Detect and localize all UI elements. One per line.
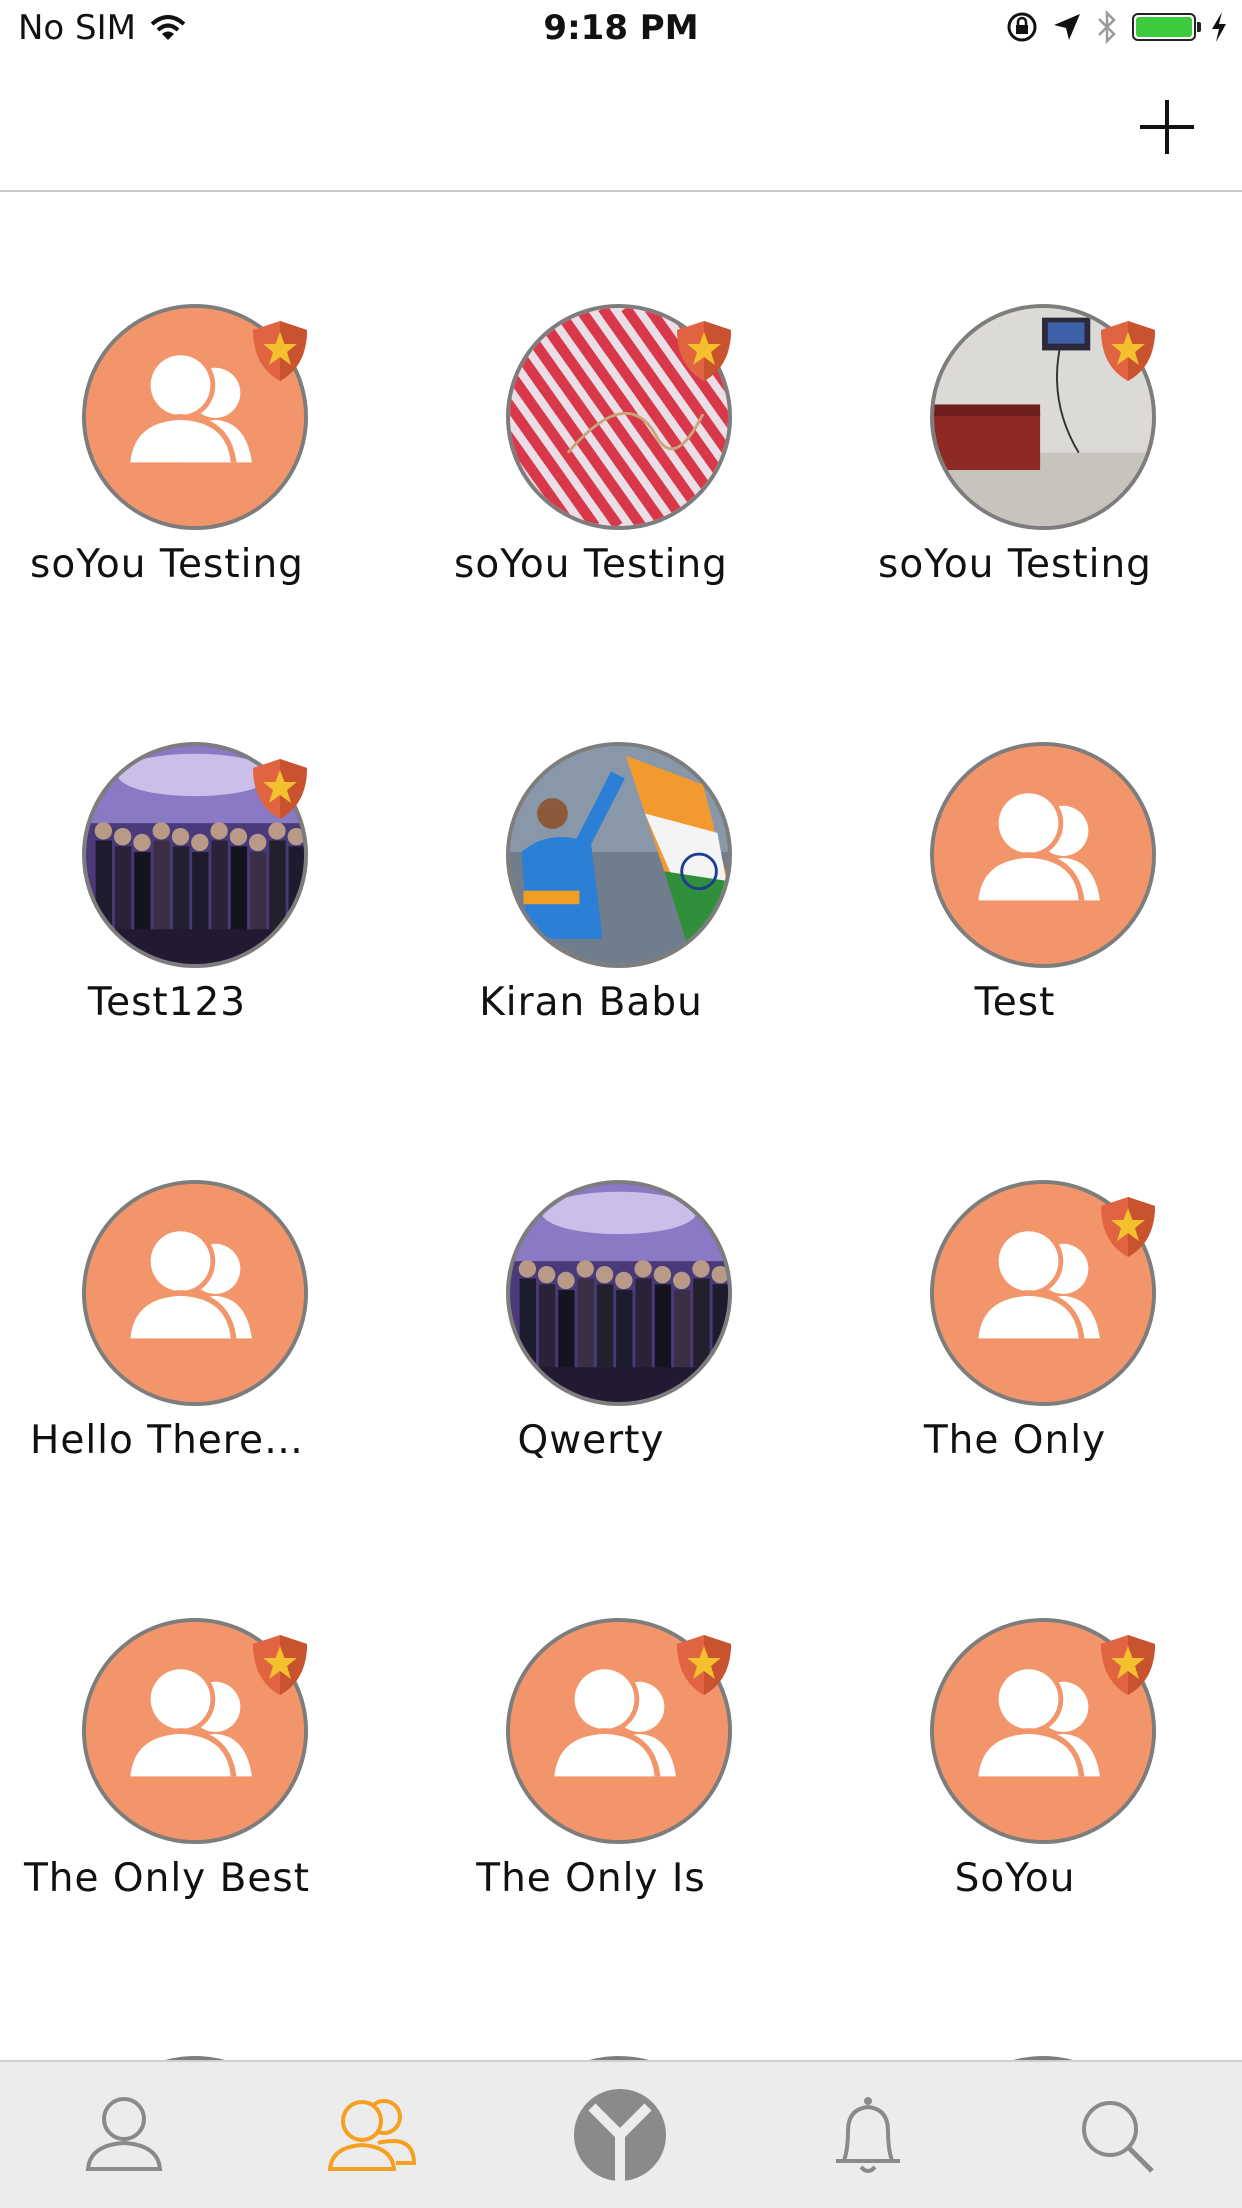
admin-shield-badge-icon bbox=[253, 321, 307, 381]
group-name: The Only Is bbox=[476, 1856, 706, 1901]
group-item[interactable]: soYou Testing bbox=[803, 304, 1227, 604]
group-name: SoYou bbox=[954, 1856, 1076, 1901]
group-avatar bbox=[506, 742, 732, 968]
group-photo-cricket bbox=[510, 746, 728, 964]
battery-icon bbox=[1132, 13, 1201, 41]
battery-fill bbox=[1136, 17, 1192, 37]
nav-bar bbox=[0, 62, 1242, 192]
status-bar: No SIM 9:18 PM bbox=[0, 0, 1242, 62]
group-avatar bbox=[506, 1180, 732, 1406]
group-item[interactable]: Kiran Babu bbox=[379, 742, 803, 1042]
soyou-logo-icon bbox=[574, 2089, 666, 2181]
group-name: The Only bbox=[923, 1418, 1107, 1463]
group-name: Qwerty bbox=[517, 1418, 665, 1463]
profile-icon bbox=[85, 2097, 163, 2171]
tab-bell[interactable] bbox=[744, 2062, 992, 2208]
group-item[interactable]: Qwerty bbox=[379, 1180, 803, 1480]
bell-icon bbox=[836, 2097, 900, 2173]
charging-icon bbox=[1212, 12, 1226, 42]
groups-grid: soYou Testing soYou Testing soYou Testin… bbox=[0, 192, 1242, 2060]
admin-shield-badge-icon bbox=[1101, 1635, 1155, 1695]
group-name: Hello There… bbox=[30, 1418, 304, 1463]
group-name: Test123 bbox=[87, 980, 247, 1025]
groups-icon bbox=[327, 2099, 417, 2171]
group-photo-crowd bbox=[510, 1184, 728, 1402]
admin-shield-badge-icon bbox=[253, 759, 307, 819]
tab-profile[interactable] bbox=[0, 2062, 248, 2208]
status-right bbox=[1006, 10, 1228, 44]
tab-search[interactable] bbox=[992, 2062, 1240, 2208]
group-placeholder-icon bbox=[86, 1184, 304, 1402]
group-avatar bbox=[82, 1180, 308, 1406]
group-item[interactable]: The Only Is bbox=[379, 1618, 803, 1918]
group-name: Kiran Babu bbox=[479, 980, 703, 1025]
admin-shield-badge-icon bbox=[1101, 1197, 1155, 1257]
group-name: soYou Testing bbox=[454, 542, 728, 587]
location-icon bbox=[1054, 14, 1080, 40]
group-placeholder-icon bbox=[934, 746, 1152, 964]
add-group-button[interactable] bbox=[1132, 92, 1202, 162]
group-name: soYou Testing bbox=[30, 542, 304, 587]
admin-shield-badge-icon bbox=[1101, 321, 1155, 381]
group-item[interactable]: Hello There… bbox=[0, 1180, 379, 1480]
group-item[interactable]: SoYou bbox=[803, 1618, 1227, 1918]
group-item[interactable]: The Only bbox=[803, 1180, 1227, 1480]
group-avatar bbox=[930, 742, 1156, 968]
tab-soyou-logo[interactable] bbox=[496, 2062, 744, 2208]
group-name: Test bbox=[974, 980, 1056, 1025]
search-icon bbox=[1082, 2101, 1154, 2173]
group-item[interactable]: soYou Testing bbox=[379, 304, 803, 604]
group-item[interactable]: Test123 bbox=[0, 742, 379, 1042]
rotation-lock-icon bbox=[1007, 12, 1037, 42]
group-item[interactable]: Test bbox=[803, 742, 1227, 1042]
bluetooth-icon bbox=[1098, 10, 1116, 44]
admin-shield-badge-icon bbox=[253, 1635, 307, 1695]
tab-bar bbox=[0, 2060, 1242, 2208]
group-item[interactable]: soYou Testing bbox=[0, 304, 379, 604]
group-name: The Only Best bbox=[23, 1856, 311, 1901]
tab-groups[interactable] bbox=[248, 2062, 496, 2208]
group-item[interactable]: The Only Best bbox=[0, 1618, 379, 1918]
admin-shield-badge-icon bbox=[677, 1635, 731, 1695]
admin-shield-badge-icon bbox=[677, 321, 731, 381]
group-name: soYou Testing bbox=[878, 542, 1152, 587]
